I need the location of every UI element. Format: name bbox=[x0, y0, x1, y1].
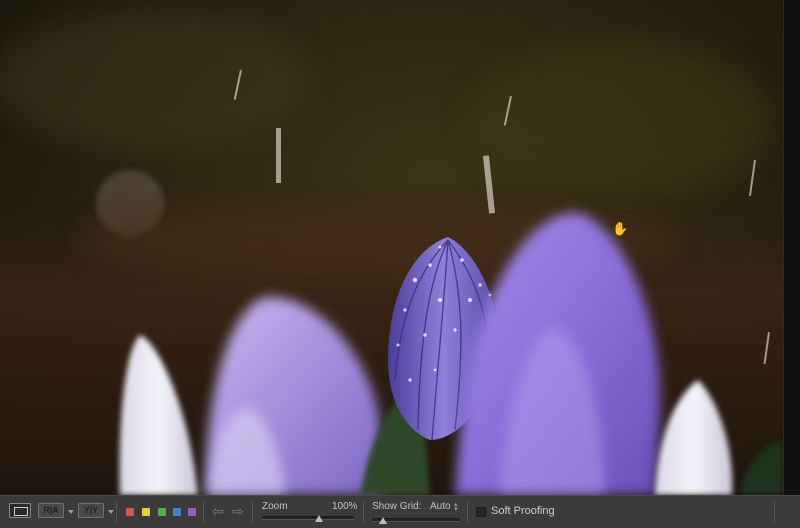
right-panel-edge bbox=[783, 0, 800, 495]
grid-slider-thumb[interactable] bbox=[378, 517, 387, 524]
color-label-green[interactable] bbox=[158, 508, 166, 516]
photo-canvas[interactable]: ✋ bbox=[0, 0, 783, 495]
toolbar-divider bbox=[774, 501, 775, 522]
survey-view-icon[interactable]: Y|Y bbox=[78, 503, 104, 518]
color-label-blue[interactable] bbox=[173, 508, 181, 516]
show-grid-stepper-icon[interactable]: ▴ ▾ bbox=[454, 501, 458, 513]
toolbar-edge bbox=[783, 495, 800, 528]
soft-proofing-label[interactable]: Soft Proofing bbox=[491, 505, 555, 517]
survey-dropdown-caret-icon[interactable] bbox=[108, 510, 114, 514]
color-label-red[interactable] bbox=[126, 508, 134, 516]
zoom-label: Zoom bbox=[262, 501, 288, 512]
arrow-left-icon[interactable]: ⇦ bbox=[212, 504, 224, 518]
show-grid-label: Show Grid: bbox=[372, 501, 422, 512]
toolbar-divider bbox=[203, 501, 204, 522]
crocus-photo bbox=[0, 0, 783, 495]
zoom-value: 100% bbox=[332, 501, 358, 512]
soft-proofing-checkbox[interactable] bbox=[476, 507, 486, 517]
toolbar-divider bbox=[252, 501, 253, 522]
zoom-slider[interactable] bbox=[262, 516, 354, 520]
hand-cursor-icon: ✋ bbox=[612, 221, 629, 236]
toolbar-divider bbox=[363, 501, 364, 522]
color-label-purple[interactable] bbox=[188, 508, 196, 516]
compare-dropdown-caret-icon[interactable] bbox=[68, 510, 74, 514]
arrow-right-icon[interactable]: ⇨ bbox=[232, 504, 244, 518]
compare-view-icon[interactable]: R|A bbox=[38, 503, 64, 518]
zoom-slider-thumb[interactable] bbox=[315, 515, 324, 522]
toolbar-divider bbox=[116, 501, 117, 522]
show-grid-select[interactable]: Auto bbox=[430, 501, 451, 512]
loupe-view-icon[interactable] bbox=[9, 503, 31, 518]
color-label-yellow[interactable] bbox=[142, 508, 150, 516]
toolbar-divider bbox=[467, 501, 468, 522]
